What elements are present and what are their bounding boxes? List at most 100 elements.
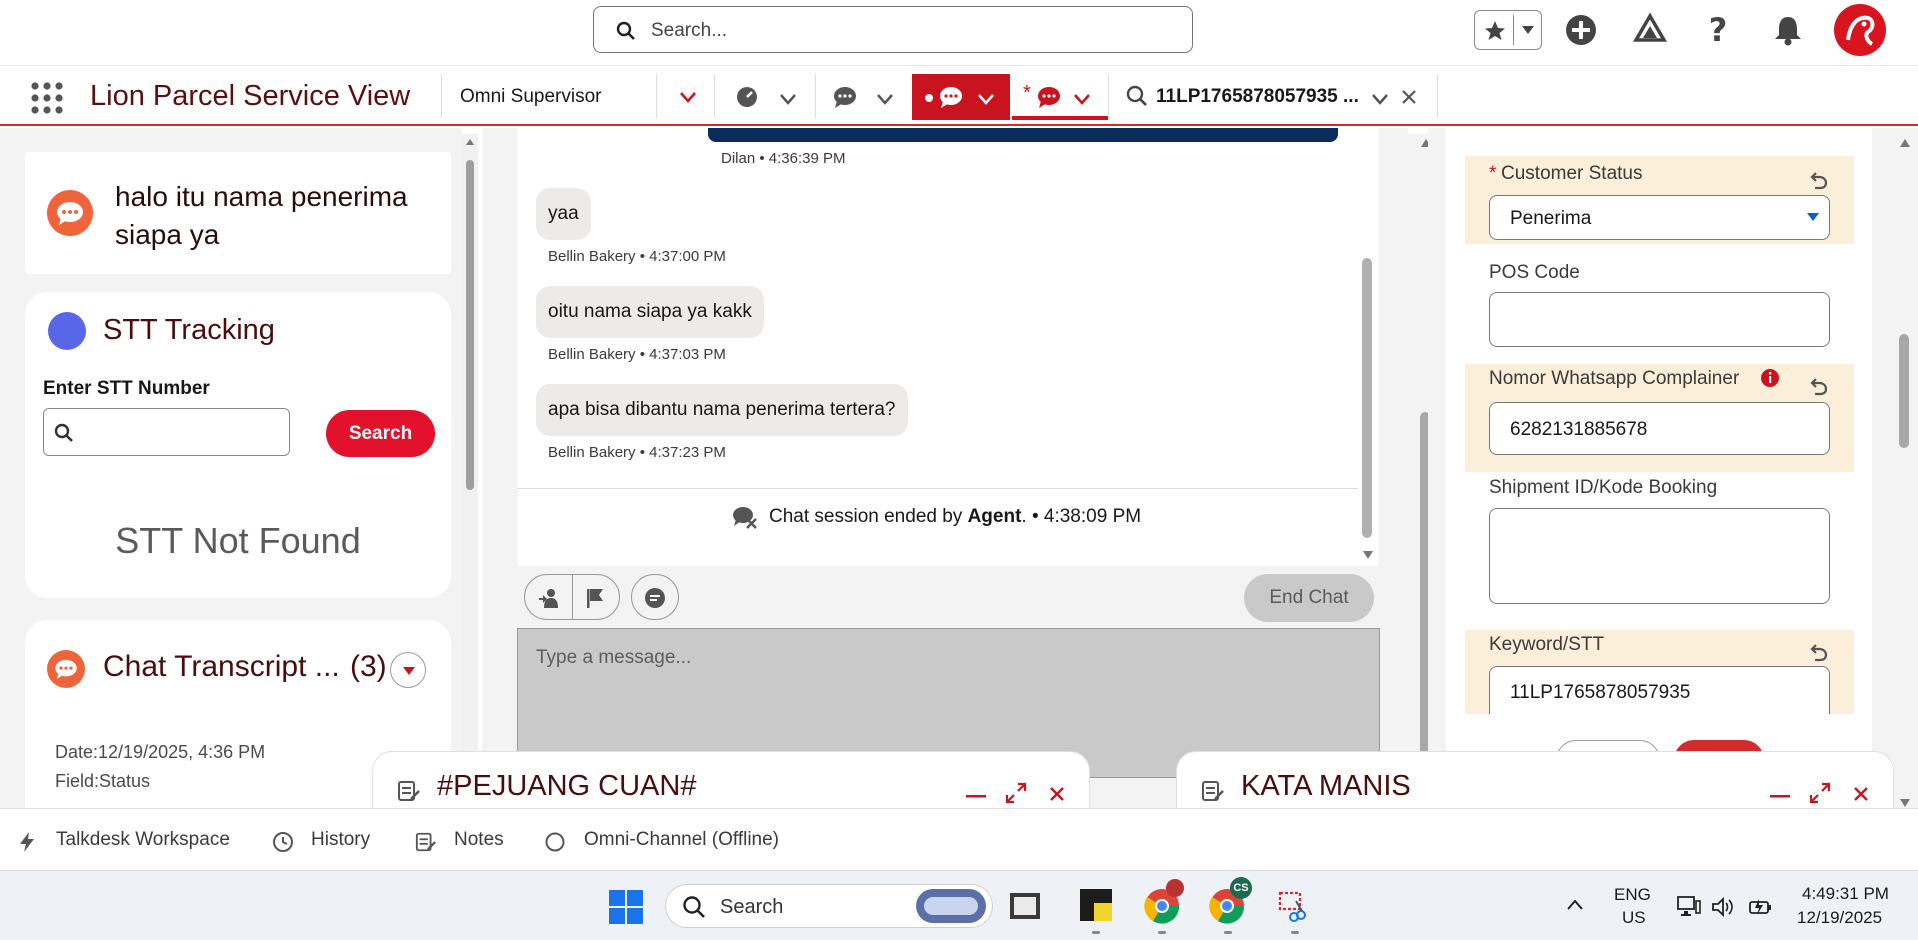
close-icon[interactable] — [1049, 786, 1065, 802]
search-highlight-image — [916, 889, 986, 923]
minimize-icon[interactable] — [965, 792, 987, 800]
left-scrollbar-thumb[interactable] — [466, 160, 474, 490]
chat-transcript-title[interactable]: Chat Transcript ... — [103, 650, 340, 684]
language-line2[interactable]: US — [1622, 908, 1646, 928]
floating-note-window[interactable]: #PEJUANG CUAN# — [372, 751, 1090, 809]
taskbar-app-taskview-icon[interactable] — [1010, 893, 1040, 919]
utility-history[interactable]: History — [311, 829, 370, 851]
network-icon[interactable] — [1676, 895, 1702, 919]
flag-icon[interactable] — [583, 586, 607, 610]
tab-chat-active[interactable]: * — [1012, 74, 1108, 120]
right-scrollbar[interactable] — [1894, 134, 1916, 808]
last-message-text: halo itu nama penerima siapa ya — [115, 181, 408, 250]
global-create-icon[interactable] — [1561, 10, 1601, 50]
expand-icon[interactable] — [1005, 782, 1027, 804]
keyword-label: Keyword/STT — [1489, 634, 1605, 655]
expand-icon[interactable] — [1809, 782, 1831, 804]
right-scrollbar-thumb[interactable] — [1899, 334, 1909, 448]
tab-dashboard-icon[interactable] — [735, 85, 759, 109]
pos-code-input[interactable] — [1489, 292, 1830, 347]
customer-message-bubble: apa bisa dibantu nama penerima tertera? — [536, 384, 908, 436]
shipment-textarea[interactable] — [1489, 508, 1830, 604]
taskbar-search-placeholder: Search — [720, 896, 784, 918]
shipment-label: Shipment ID/Kode Booking — [1489, 477, 1718, 498]
close-icon[interactable] — [1853, 786, 1869, 802]
close-tab-icon[interactable] — [1401, 89, 1417, 105]
global-header: Search... ? — [0, 0, 1918, 66]
chevron-down-icon[interactable] — [778, 92, 798, 106]
last-message-card: halo itu nama penerima siapa ya — [25, 152, 451, 274]
left-scrollbar[interactable] — [462, 134, 478, 808]
chat-ended-actor: Agent — [967, 506, 1022, 527]
tab-record-search[interactable]: 11LP1765878057935 ... — [1156, 86, 1359, 108]
clock-time[interactable]: 4:49:31 PM — [1802, 884, 1889, 904]
scroll-up-arrow-icon[interactable] — [1899, 138, 1911, 148]
taskbar-app-sticky-notes-icon[interactable] — [1080, 889, 1112, 921]
app-title: Lion Parcel Service View — [90, 80, 411, 112]
utility-talkdesk[interactable]: Talkdesk Workspace — [56, 829, 230, 851]
chat-ended-suffix: . • 4:38:09 PM — [1021, 506, 1142, 527]
customer-status-value: Penerima — [1510, 208, 1592, 229]
stt-search-button[interactable]: Search — [326, 410, 435, 457]
search-icon — [1126, 85, 1147, 106]
battery-icon[interactable] — [1748, 895, 1774, 919]
undo-icon[interactable] — [1807, 640, 1831, 664]
chevron-down-icon[interactable] — [678, 90, 698, 104]
tab-omni-supervisor[interactable]: Omni Supervisor — [460, 86, 602, 108]
undo-icon[interactable] — [1807, 168, 1831, 192]
floating-note-window[interactable]: KATA MANIS — [1176, 751, 1894, 809]
snipping-tool-icon[interactable] — [1278, 889, 1312, 923]
chevron-up-icon[interactable] — [1566, 899, 1584, 911]
quick-text-button[interactable] — [631, 574, 679, 620]
chat-transcript-panel: Dilan • 4:36:39 PM yaa Bellin Bakery • 4… — [518, 128, 1358, 568]
search-icon — [683, 896, 705, 918]
chevron-down-icon — [1807, 213, 1819, 221]
unsaved-marker: * — [1023, 82, 1031, 104]
chevron-down-icon — [978, 94, 994, 105]
stt-input-label: Enter STT Number — [43, 378, 210, 399]
scroll-down-arrow-icon[interactable] — [1899, 798, 1911, 808]
user-avatar[interactable] — [1834, 4, 1886, 56]
customer-message-bubble: yaa — [536, 188, 591, 240]
tab-chat-unread[interactable] — [912, 74, 1010, 120]
chat-icon — [47, 190, 93, 236]
chevron-down-icon[interactable] — [875, 92, 895, 106]
windows-start-icon[interactable] — [608, 889, 644, 925]
customer-status-select[interactable]: Penerima — [1489, 195, 1830, 240]
tab-chat-icon[interactable] — [832, 85, 858, 109]
language-line1[interactable]: ENG — [1614, 885, 1651, 905]
app-launcher-icon[interactable] — [30, 81, 64, 115]
chat-icon — [47, 650, 85, 688]
utility-omni-channel[interactable]: Omni-Channel (Offline) — [584, 829, 779, 851]
chat-scrollbar-thumb[interactable] — [1362, 258, 1372, 538]
end-chat-button[interactable]: End Chat — [1244, 574, 1374, 622]
scroll-down-arrow-icon[interactable] — [1362, 550, 1374, 560]
search-icon — [616, 21, 635, 40]
utility-notes[interactable]: Notes — [454, 829, 504, 851]
taskbar-search[interactable]: Search — [665, 884, 993, 928]
agent-message-meta: Dilan • 4:36:39 PM — [721, 150, 846, 167]
clock-date[interactable]: 12/19/2025 — [1797, 908, 1882, 928]
favorites-button[interactable] — [1474, 10, 1542, 50]
chevron-down-icon[interactable] — [1370, 92, 1390, 106]
chat-scrollbar[interactable] — [1358, 128, 1378, 566]
global-search-input[interactable]: Search... — [593, 6, 1193, 53]
whatsapp-input[interactable]: 6282131885678 — [1489, 402, 1830, 455]
transfer-icon[interactable] — [537, 586, 561, 610]
chat-transcript-menu-button[interactable] — [390, 652, 426, 688]
chat-ended-icon — [733, 507, 757, 529]
utility-bar: Talkdesk Workspace History Notes Omni-Ch… — [0, 808, 1918, 870]
help-icon[interactable]: ? — [1698, 10, 1738, 50]
notifications-bell-icon[interactable] — [1768, 10, 1808, 50]
trailhead-icon[interactable] — [1630, 10, 1670, 50]
undo-icon[interactable] — [1807, 374, 1831, 398]
keyword-input[interactable]: 11LP1765878057935 — [1489, 666, 1830, 714]
minimize-icon[interactable] — [1769, 792, 1791, 800]
volume-icon[interactable] — [1710, 895, 1734, 919]
scroll-up-arrow-icon[interactable] — [465, 138, 475, 146]
chat-transcript-date: Date:12/19/2025, 4:36 PM — [55, 742, 266, 762]
stt-number-input[interactable] — [43, 408, 290, 456]
whatsapp-label: Nomor Whatsapp Complainer — [1489, 368, 1740, 389]
info-icon[interactable] — [1760, 368, 1780, 388]
chat-divider — [518, 488, 1358, 489]
